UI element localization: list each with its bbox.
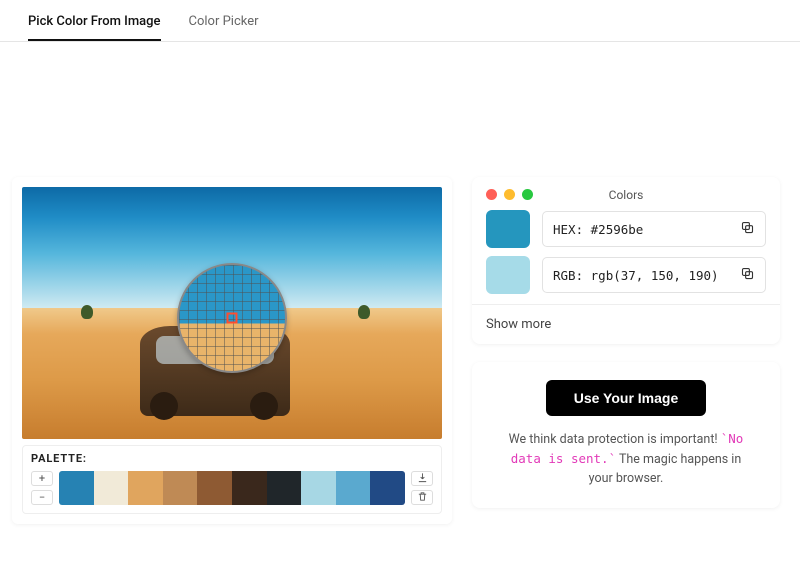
tab-pick-color-from-image[interactable]: Pick Color From Image xyxy=(28,8,161,41)
copy-icon xyxy=(740,223,755,238)
trash-icon xyxy=(417,490,428,506)
copy-hex-button[interactable] xyxy=(740,220,755,238)
palette-swatch[interactable] xyxy=(336,471,371,505)
palette-swatch[interactable] xyxy=(370,471,405,505)
download-palette-button[interactable] xyxy=(411,471,433,486)
image-tree xyxy=(358,305,370,319)
palette-swatch[interactable] xyxy=(301,471,336,505)
cta-description: We think data protection is important! `… xyxy=(498,430,754,488)
minimize-dot-icon[interactable] xyxy=(504,189,515,200)
tab-bar: Pick Color From Image Color Picker xyxy=(0,0,800,42)
right-column: Colors HEX: #2596be xyxy=(472,177,780,524)
palette-swatch[interactable] xyxy=(59,471,94,505)
show-more-button[interactable]: Show more xyxy=(472,304,780,344)
primary-swatch[interactable] xyxy=(486,210,530,248)
workspace: PALETTE: + − xyxy=(0,42,800,544)
hex-code-box: HEX: #2596be xyxy=(542,211,766,247)
window-header: Colors xyxy=(486,189,766,200)
copy-icon xyxy=(740,269,755,284)
palette-swatch[interactable] xyxy=(163,471,198,505)
download-icon xyxy=(417,471,428,487)
palette-remove-button[interactable]: − xyxy=(31,490,53,505)
palette-card: PALETTE: + − xyxy=(22,445,442,514)
palette-swatch[interactable] xyxy=(197,471,232,505)
hex-code-text: HEX: #2596be xyxy=(553,222,643,237)
copy-rgb-button[interactable] xyxy=(740,266,755,284)
colors-card: Colors HEX: #2596be xyxy=(472,177,780,344)
window-controls xyxy=(486,189,533,200)
palette-swatch[interactable] xyxy=(94,471,129,505)
palette-action-buttons xyxy=(411,471,433,505)
delete-palette-button[interactable] xyxy=(411,490,433,505)
palette-swatches xyxy=(59,471,405,505)
zoom-dot-icon[interactable] xyxy=(522,189,533,200)
close-dot-icon[interactable] xyxy=(486,189,497,200)
palette-swatch[interactable] xyxy=(267,471,302,505)
sample-image[interactable] xyxy=(22,187,442,439)
rgb-code-text: RGB: rgb(37, 150, 190) xyxy=(553,268,719,283)
eyedropper-magnifier[interactable] xyxy=(177,263,287,373)
secondary-swatch[interactable] xyxy=(486,256,530,294)
palette-label: PALETTE: xyxy=(31,452,433,465)
use-your-image-button[interactable]: Use Your Image xyxy=(546,380,707,416)
tab-color-picker[interactable]: Color Picker xyxy=(189,8,259,41)
rgb-row: RGB: rgb(37, 150, 190) xyxy=(486,256,766,294)
palette-size-controls: + − xyxy=(31,471,53,505)
image-tree xyxy=(81,305,93,319)
palette-add-button[interactable]: + xyxy=(31,471,53,486)
image-panel: PALETTE: + − xyxy=(12,177,452,524)
palette-swatch[interactable] xyxy=(232,471,267,505)
palette-swatch[interactable] xyxy=(128,471,163,505)
hex-row: HEX: #2596be xyxy=(486,210,766,248)
rgb-code-box: RGB: rgb(37, 150, 190) xyxy=(542,257,766,293)
cta-card: Use Your Image We think data protection … xyxy=(472,362,780,508)
